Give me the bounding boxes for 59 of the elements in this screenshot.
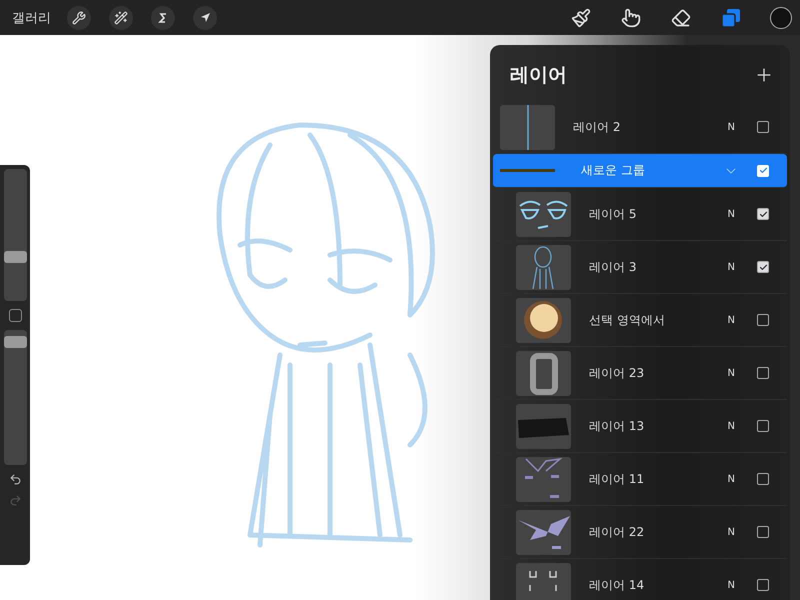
visibility-checkbox[interactable] bbox=[757, 526, 769, 538]
visibility-checkbox[interactable] bbox=[757, 261, 769, 273]
layer-thumbnail bbox=[516, 192, 571, 236]
layer-name: 레이어 13 bbox=[589, 418, 646, 434]
size-slider[interactable] bbox=[4, 330, 26, 465]
layer-thumbnail bbox=[516, 562, 571, 600]
gallery-button[interactable]: 갤러리 bbox=[12, 8, 51, 26]
blend-mode[interactable]: N bbox=[728, 526, 735, 538]
layer-name: 레이어 23 bbox=[589, 364, 646, 382]
blend-mode[interactable]: N bbox=[728, 580, 735, 590]
panel-title: 레이어 bbox=[510, 63, 567, 88]
visibility-checkbox[interactable] bbox=[757, 367, 769, 379]
layer-row[interactable]: 레이어 11 N bbox=[493, 453, 787, 506]
color-swatch[interactable] bbox=[770, 6, 792, 28]
layer-name: 레이어 3 bbox=[589, 258, 638, 276]
blend-mode[interactable]: N bbox=[728, 262, 735, 272]
size-slider[interactable] bbox=[4, 169, 26, 301]
layer-name: 레이어 5 bbox=[589, 206, 638, 222]
undo-icon[interactable] bbox=[8, 473, 22, 486]
blend-mode[interactable]: N bbox=[728, 208, 735, 220]
magic-wand-icon[interactable] bbox=[109, 6, 133, 30]
slider-thumb[interactable] bbox=[4, 336, 26, 348]
layer-row[interactable]: 레이어 5 N bbox=[493, 188, 787, 241]
blend-mode[interactable]: N bbox=[728, 368, 735, 378]
layer-thumbnail bbox=[516, 456, 571, 502]
layer-name: 레이어 11 bbox=[589, 470, 646, 488]
group-name: 새로운 그룹 bbox=[581, 162, 646, 179]
visibility-checkbox[interactable] bbox=[757, 579, 769, 591]
slider-thumb[interactable] bbox=[4, 250, 26, 263]
layer-thumbnail bbox=[516, 244, 571, 290]
layer-name: 레이어 2 bbox=[573, 118, 622, 136]
selection-icon[interactable] bbox=[151, 6, 175, 30]
layer-row[interactable]: 레이어 13 N bbox=[493, 400, 787, 453]
layer-thumbnail bbox=[516, 404, 571, 448]
visibility-checkbox[interactable] bbox=[757, 314, 769, 326]
layer-thumbnail bbox=[500, 104, 555, 150]
visibility-checkbox[interactable] bbox=[757, 473, 769, 485]
wrench-icon[interactable] bbox=[67, 6, 91, 30]
visibility-checkbox[interactable] bbox=[757, 420, 769, 432]
layer-row[interactable]: 레이어 14 N bbox=[493, 559, 787, 600]
layer-row[interactable]: 레이어 23 N bbox=[493, 347, 787, 400]
layer-thumbnail bbox=[516, 350, 571, 396]
layer-name: 레이어 22 bbox=[589, 524, 646, 540]
layer-name: 선택 영역에서 bbox=[589, 312, 666, 328]
layer-thumbnail bbox=[516, 510, 571, 554]
layer-row[interactable]: 레이어 2 N bbox=[493, 101, 787, 154]
visibility-checkbox[interactable] bbox=[757, 121, 769, 133]
layer-row[interactable]: 레이어 3 N bbox=[493, 241, 787, 294]
blend-mode[interactable]: N bbox=[728, 474, 735, 484]
group-line-icon bbox=[500, 169, 555, 172]
blend-mode[interactable]: N bbox=[728, 314, 735, 326]
visibility-checkbox[interactable] bbox=[757, 208, 769, 220]
blend-mode[interactable]: N bbox=[728, 420, 735, 432]
layer-row[interactable]: 레이어 22 N bbox=[493, 506, 787, 559]
modify-button[interactable] bbox=[8, 309, 22, 322]
layer-thumbnail bbox=[516, 298, 571, 342]
layer-name: 레이어 14 bbox=[589, 576, 646, 594]
layer-row[interactable]: 선택 영역에서 N bbox=[493, 294, 787, 347]
blend-mode[interactable]: N bbox=[728, 122, 735, 132]
